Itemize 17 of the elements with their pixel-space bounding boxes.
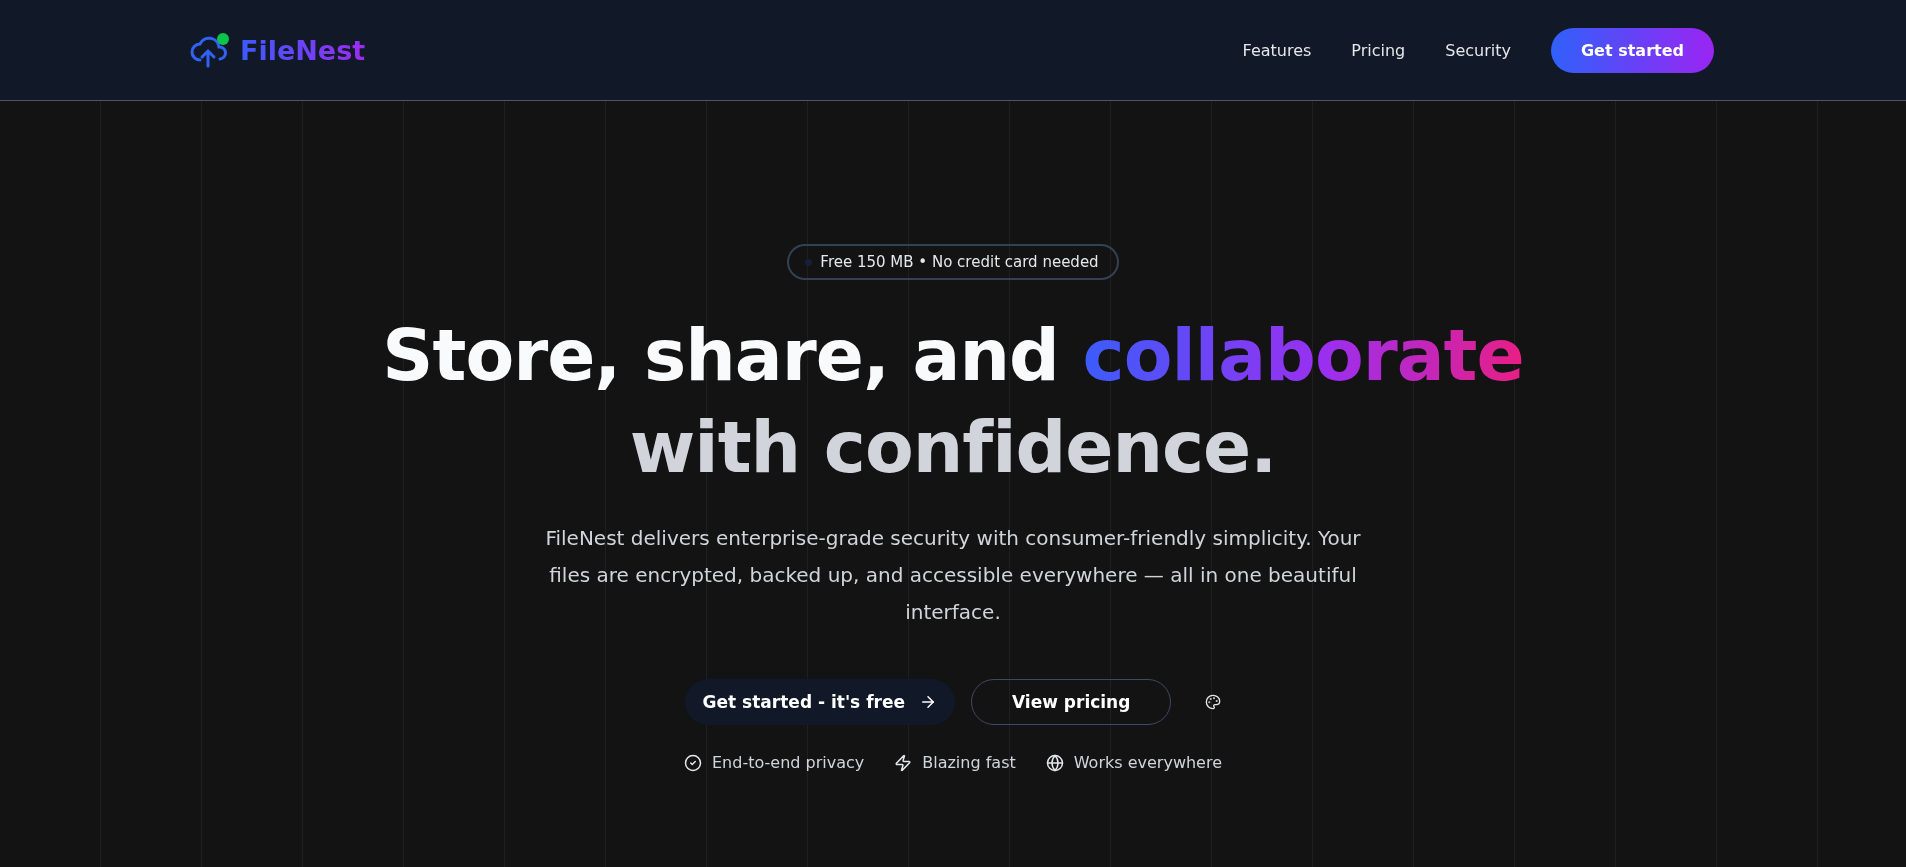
get-started-button[interactable]: Get started xyxy=(1551,27,1714,73)
palette-icon[interactable] xyxy=(1205,694,1222,710)
feature-label: End-to-end privacy xyxy=(711,753,865,772)
nav-link[interactable]: Pricing xyxy=(1351,40,1406,60)
feature-label: Works everywhere xyxy=(1073,753,1222,772)
nav-link[interactable]: Security xyxy=(1445,40,1511,60)
headline: Store, share, and collaborate with confidence. xyxy=(382,313,1524,491)
offer-badge: Free 150 MB • No credit card needed xyxy=(787,244,1119,280)
get-started-free-button[interactable]: Get started - it's free xyxy=(684,679,955,725)
nav-link[interactable]: Features xyxy=(1242,40,1312,60)
arrow-right-icon xyxy=(919,693,937,711)
lightning-icon xyxy=(894,753,913,772)
feature-label: Blazing fast xyxy=(922,753,1016,772)
hero-description: FileNest delivers enterprise-grade security with consumer-friendly simplicity. Your files are encrypted, backed up, and accessible everywhere — all in one beautiful interface. xyxy=(544,525,1362,626)
globe-icon xyxy=(1045,753,1064,772)
cloud-upload-icon xyxy=(190,32,230,68)
check-circle-icon xyxy=(683,753,702,772)
